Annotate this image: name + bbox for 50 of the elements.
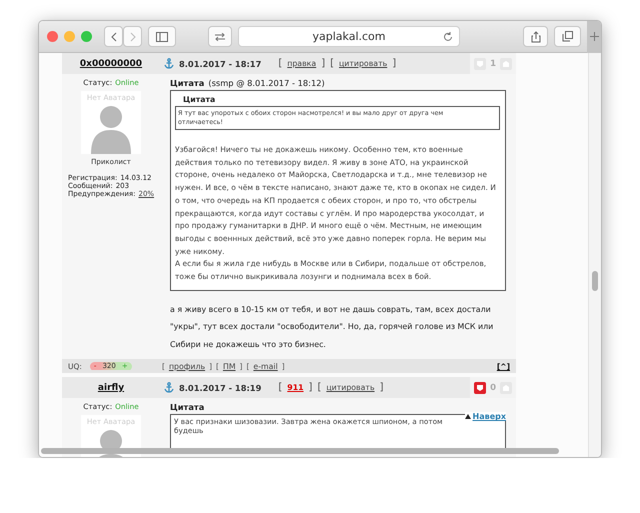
bracket-mark: ] <box>308 382 312 394</box>
swap-arrows-icon <box>214 32 226 40</box>
bracket-mark: ] <box>321 58 326 69</box>
back-button[interactable] <box>104 26 123 47</box>
quote-title: Цитата <box>170 78 204 88</box>
back-to-top-link[interactable]: Наверх <box>464 412 506 422</box>
bracket-mark: [ <box>278 58 282 69</box>
horizontal-scrollbar[interactable] <box>41 448 559 454</box>
bracket-mark: ] <box>380 382 384 394</box>
post-date: 8.01.2017 - 18:19 <box>179 382 262 393</box>
reload-icon[interactable] <box>443 32 453 42</box>
shield-icon <box>476 384 484 392</box>
author-link[interactable]: airfly <box>98 382 124 393</box>
new-tab-button[interactable] <box>587 21 601 52</box>
swap-button[interactable] <box>208 26 232 47</box>
forward-button[interactable] <box>123 26 142 47</box>
url-text: yaplakal.com <box>312 30 386 43</box>
chevron-right-icon <box>130 32 136 42</box>
author-link[interactable]: 0x00000000 <box>80 58 142 68</box>
bracket-mark: [ <box>278 382 282 394</box>
tabs-icon <box>562 31 573 42</box>
vote-up-button[interactable] <box>500 382 512 394</box>
vertical-scrollbar[interactable] <box>588 53 601 457</box>
chevron-left-icon <box>110 32 116 42</box>
close-icon[interactable] <box>47 31 58 42</box>
tabs-button[interactable] <box>554 26 581 47</box>
share-icon <box>530 30 540 42</box>
quote-source: (ssmp @ 8.01.2017 - 18:12) <box>208 78 325 88</box>
maximize-icon[interactable] <box>81 31 92 42</box>
quote-title: Цитата <box>170 402 204 412</box>
vote-count: 1 <box>490 58 496 68</box>
bracket-mark: [ <box>330 58 334 69</box>
sidebar-button[interactable] <box>148 26 176 47</box>
plus-icon <box>590 32 598 41</box>
shield-icon <box>476 60 484 68</box>
bracket-mark: [ <box>317 382 322 394</box>
vote-down-button[interactable] <box>474 382 486 394</box>
share-button[interactable] <box>523 26 548 47</box>
post-date: 8.01.2017 - 18:17 <box>179 58 262 68</box>
shield-icon <box>502 60 510 68</box>
bracket-mark: ] <box>392 58 396 69</box>
sidebar-icon <box>156 32 168 42</box>
shield-icon <box>502 384 510 392</box>
address-field[interactable]: yaplakal.com <box>238 26 460 47</box>
vote-count: 0 <box>490 382 496 393</box>
anchor-icon <box>164 382 174 394</box>
minimize-icon[interactable] <box>64 31 75 42</box>
up-arrow-icon <box>464 414 471 420</box>
anchor-icon <box>164 58 174 69</box>
vote-up-button[interactable] <box>500 58 512 70</box>
